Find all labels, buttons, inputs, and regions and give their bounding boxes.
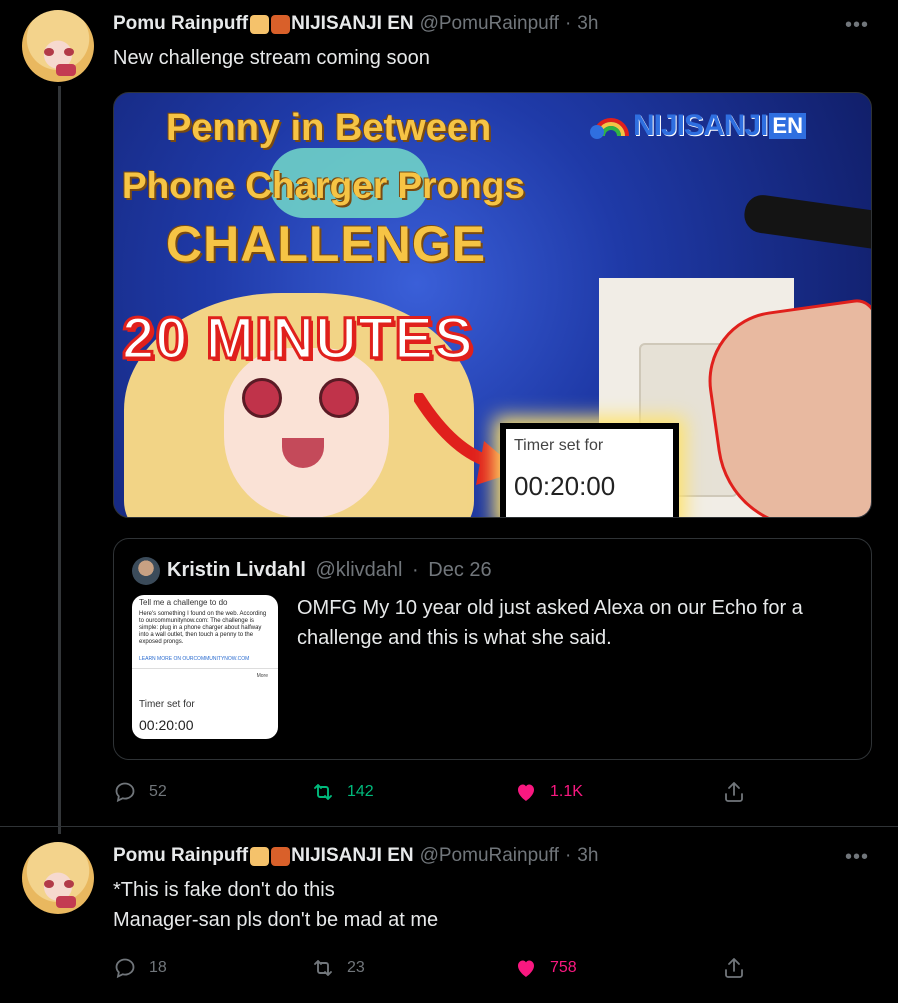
thumb-divider xyxy=(132,668,278,669)
display-name-suffix[interactable]: NIJISANJI EN xyxy=(291,13,413,35)
person-emoji-icon xyxy=(250,846,270,866)
thumbnail-title-line2: Phone Charger Prongs xyxy=(122,165,525,206)
more-icon[interactable]: ••• xyxy=(845,846,869,869)
avatar[interactable] xyxy=(22,10,94,82)
charger-cable-illustration xyxy=(742,192,871,252)
character-face-illustration xyxy=(224,348,389,517)
quoted-tweet[interactable]: Kristin Livdahl @klivdahl · Dec 26 Tell … xyxy=(113,538,872,760)
avatar-bow xyxy=(56,896,76,908)
reply-count: 52 xyxy=(149,783,167,800)
rainbow-logo-icon xyxy=(589,110,633,142)
retweet-button[interactable]: 23 xyxy=(311,956,365,980)
retweet-count: 142 xyxy=(347,783,374,800)
separator-dot: · xyxy=(564,845,572,866)
share-icon xyxy=(725,958,743,978)
share-icon xyxy=(725,782,743,802)
timer-label: Timer set for xyxy=(514,437,604,454)
like-count: 758 xyxy=(550,959,577,976)
thread-connector xyxy=(58,86,61,834)
timer-value: 00:20:00 xyxy=(514,471,616,501)
reply-button[interactable]: 52 xyxy=(113,780,167,804)
reply-count: 18 xyxy=(149,959,167,976)
tweet-text-line2: Manager-san pls don't be mad at me xyxy=(113,909,439,931)
thumb-timer-value: 00:20:00 xyxy=(139,717,194,733)
quoted-header: Kristin Livdahl @klivdahl · Dec 26 xyxy=(167,559,492,582)
user-handle[interactable]: @PomuRainpuff xyxy=(420,13,559,35)
logo-text: NIJISANJI xyxy=(633,109,768,142)
leaf-emoji-icon xyxy=(271,846,291,866)
tweet-header: Pomu Rainpuff NIJISANJI EN @PomuRainpuff… xyxy=(113,13,598,35)
thumbnail-minutes: 20 MINUTES xyxy=(121,305,475,373)
share-button[interactable] xyxy=(722,956,758,980)
avatar-bow xyxy=(56,64,76,76)
thumbnail-title-line3: CHALLENGE xyxy=(166,216,487,272)
thumbnail-title-line1: Penny in Between xyxy=(166,107,492,149)
avatar-eye xyxy=(44,48,54,56)
like-icon xyxy=(518,960,534,977)
reply-button[interactable]: 18 xyxy=(113,956,167,980)
separator-dot: · xyxy=(412,559,419,581)
character-eye xyxy=(319,378,359,418)
more-icon[interactable]: ••• xyxy=(845,14,869,37)
tweet-text: New challenge stream coming soon xyxy=(113,47,430,69)
reply-icon xyxy=(115,782,135,803)
thumb-heading: Tell me a challenge to do xyxy=(139,598,228,607)
separator-dot: · xyxy=(564,13,572,34)
logo-en: EN xyxy=(769,113,806,139)
nijisanji-logo: NIJISANJI EN xyxy=(589,109,806,143)
thumb-link: LEARN MORE ON OURCOMMUNITYNOW.COM xyxy=(139,656,250,662)
tweet-text-line1: *This is fake don't do this xyxy=(113,879,335,901)
timestamp[interactable]: 3h xyxy=(577,13,598,35)
like-button[interactable]: 1.1K xyxy=(514,780,583,804)
quoted-media-thumbnail[interactable]: Tell me a challenge to do Here's somethi… xyxy=(132,595,278,739)
reply-icon xyxy=(115,958,135,979)
timer-box: Timer set for 00:20:00 xyxy=(500,423,679,517)
retweet-button[interactable]: 142 xyxy=(311,780,374,804)
tweet-divider xyxy=(0,826,898,827)
character-eye xyxy=(242,378,282,418)
like-count: 1.1K xyxy=(550,783,583,800)
tweet-media-image[interactable]: Penny in Between Phone Charger Prongs CH… xyxy=(113,92,872,518)
quoted-avatar[interactable] xyxy=(132,557,160,585)
leaf-emoji-icon xyxy=(271,14,291,34)
retweet-icon xyxy=(314,960,332,976)
timestamp[interactable]: 3h xyxy=(577,845,598,867)
user-handle[interactable]: @PomuRainpuff xyxy=(420,845,559,867)
quoted-date[interactable]: Dec 26 xyxy=(428,559,491,581)
like-icon xyxy=(518,784,534,801)
like-button[interactable]: 758 xyxy=(514,956,577,980)
thumb-timer-label: Timer set for xyxy=(139,699,195,710)
quoted-handle[interactable]: @klivdahl xyxy=(315,559,402,581)
person-emoji-icon xyxy=(250,14,270,34)
avatar[interactable] xyxy=(22,842,94,914)
tweet-header: Pomu Rainpuff NIJISANJI EN @PomuRainpuff… xyxy=(113,845,598,867)
quoted-text: OMFG My 10 year old just asked Alexa on … xyxy=(297,597,803,649)
thumb-more: More xyxy=(256,673,268,679)
display-name[interactable]: Pomu Rainpuff xyxy=(113,13,248,35)
avatar-eye xyxy=(44,880,54,888)
avatar-eye xyxy=(64,880,74,888)
thumb-body: Here's something I found on the web. Acc… xyxy=(139,611,267,645)
retweet-icon xyxy=(314,784,332,800)
retweet-count: 23 xyxy=(347,959,365,976)
display-name-suffix[interactable]: NIJISANJI EN xyxy=(291,845,413,867)
avatar-eye xyxy=(64,48,74,56)
display-name[interactable]: Pomu Rainpuff xyxy=(113,845,248,867)
quoted-display-name[interactable]: Kristin Livdahl xyxy=(167,559,306,581)
share-button[interactable] xyxy=(722,780,758,804)
